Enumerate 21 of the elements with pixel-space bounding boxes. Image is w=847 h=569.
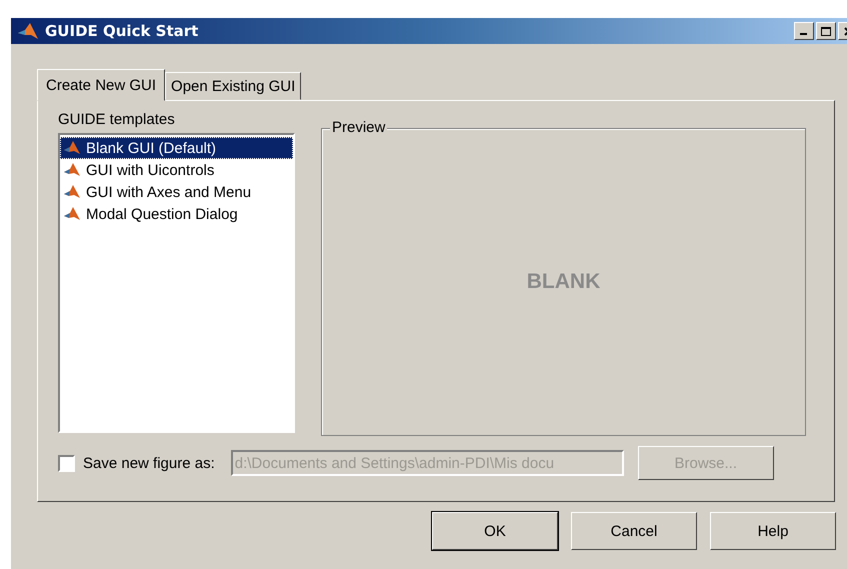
preview-text: BLANK [526,270,600,294]
tab[interactable]: Open Existing GUI [165,72,302,100]
templates-label: GUIDE templates [58,111,176,130]
template-item[interactable]: Blank GUI (Default) [60,137,293,159]
template-item[interactable]: GUI with Uicontrols [60,159,293,181]
window-title: GUIDE Quick Start [45,22,198,40]
template-item[interactable]: GUI with Axes and Menu [60,181,293,203]
minimize-button[interactable] [794,22,814,40]
tab[interactable]: Create New GUI [37,69,166,101]
peak-icon [17,22,39,40]
dialog-button[interactable]: OK [432,512,558,550]
dialog-button[interactable]: Cancel [571,512,697,550]
peak-icon [64,207,80,221]
peak-icon [64,163,80,177]
save-label: Save new figure as: [83,454,215,472]
maximize-icon [821,26,831,36]
peak-icon [64,141,80,155]
peak-icon [64,185,80,199]
maximize-button[interactable] [816,22,836,40]
template-item[interactable]: Modal Question Dialog [60,203,293,225]
dialog-button[interactable]: Help [710,512,836,550]
